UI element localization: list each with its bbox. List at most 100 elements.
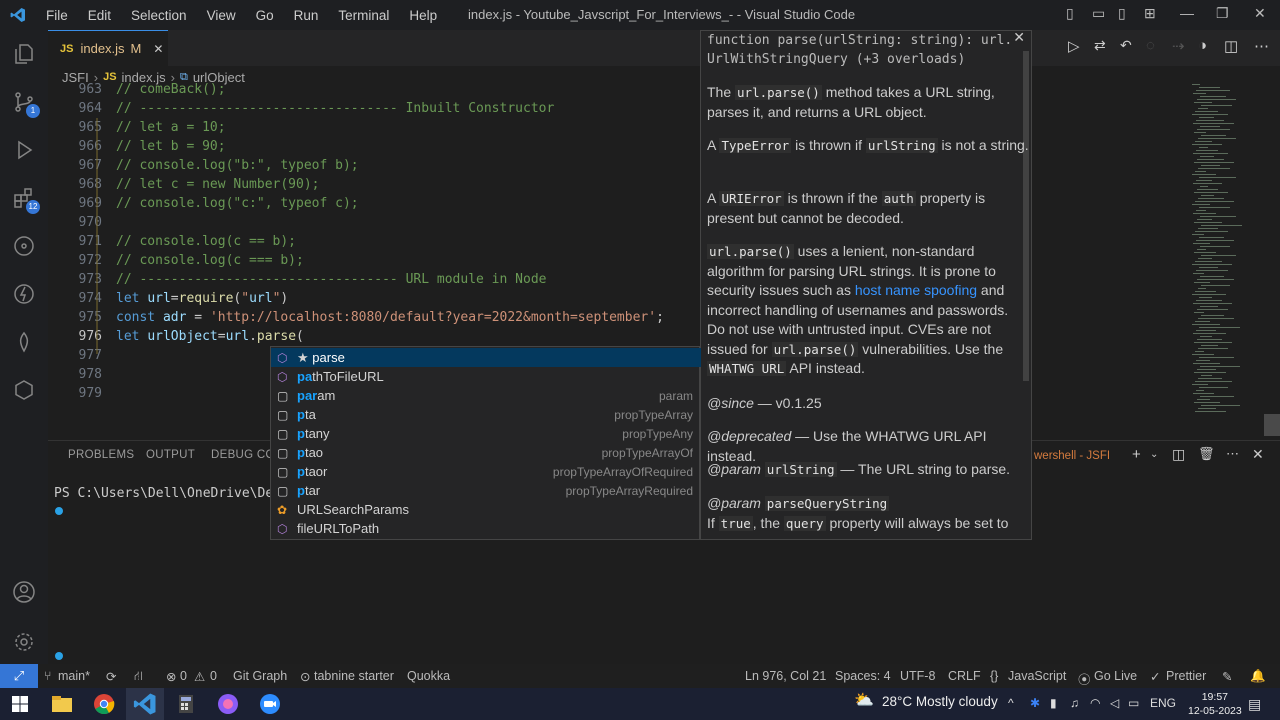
chat-app-icon[interactable] (216, 692, 240, 716)
volume-icon[interactable]: ◁ (1110, 696, 1119, 710)
menu-run[interactable]: Run (294, 8, 319, 23)
toggle-panel-icon[interactable]: ▭ (1092, 5, 1105, 22)
suggestion-item[interactable]: ▢ param param (271, 386, 701, 405)
code-line[interactable]: 968// let c = new Number(90); (48, 175, 688, 194)
warning-icon[interactable]: ⚠ (194, 669, 205, 684)
code-line[interactable]: 970 (48, 213, 688, 232)
suggestion-item[interactable]: ⬡ ★ parse (271, 348, 701, 367)
toggle-icon[interactable]: ◑ (1198, 37, 1207, 57)
quokka-icon[interactable] (12, 282, 36, 306)
menu-view[interactable]: View (207, 8, 236, 23)
zoom-icon[interactable] (258, 692, 282, 716)
more-icon[interactable]: ⋯ (1226, 446, 1239, 462)
suggestion-item[interactable]: ▢ ptaor propTypeArrayOfRequired (271, 462, 701, 481)
terminal-name[interactable]: wershell - JSFI (1034, 450, 1110, 462)
sync-icon[interactable]: ⟳ (106, 669, 116, 684)
bluetooth-icon[interactable]: ✱ (1030, 696, 1040, 710)
calculator-icon[interactable] (174, 692, 198, 716)
battery-level-icon[interactable]: ▭ (1128, 696, 1139, 710)
status-git-graph[interactable]: Git Graph (233, 669, 287, 683)
compare-changes-icon[interactable]: ⇄ (1094, 37, 1106, 57)
code-line[interactable]: 972// console.log(c === b); (48, 251, 688, 270)
code-line[interactable]: 971// console.log(c == b); (48, 232, 688, 251)
status-position[interactable]: Ln 976, Col 21 (745, 669, 826, 683)
code-line[interactable]: 975 const adr = 'http://localhost:8080/de… (48, 308, 688, 327)
mongodb-icon[interactable] (12, 330, 36, 354)
close-window-button[interactable]: ✕ (1254, 5, 1266, 22)
menu-file[interactable]: File (46, 8, 68, 23)
toggle-sidebar-icon[interactable]: ▯ (1066, 5, 1074, 22)
split-editor-icon[interactable]: ◫ (1224, 37, 1238, 57)
status-errors[interactable]: 0 (180, 669, 187, 683)
more-actions-icon[interactable]: ⋯ (1254, 37, 1269, 57)
status-tabnine[interactable]: tabnine starter (314, 669, 394, 683)
language-indicator[interactable]: ENG (1150, 696, 1176, 710)
close-panel-icon[interactable]: ✕ (1252, 446, 1264, 463)
new-terminal-icon[interactable]: + (1132, 446, 1141, 463)
menu-selection[interactable]: Selection (131, 8, 187, 23)
file-explorer-icon[interactable] (50, 692, 74, 716)
status-encoding[interactable]: UTF-8 (900, 669, 935, 683)
notification-center-icon[interactable]: ▤ (1248, 696, 1261, 713)
tab-close-icon[interactable]: ✕ (153, 42, 163, 56)
code-line[interactable]: 966// let b = 90; (48, 137, 688, 156)
code-line[interactable]: 969// console.log("c:", typeof c); (48, 194, 688, 213)
code-line[interactable]: 967// console.log("b:", typeof b); (48, 156, 688, 175)
go-back-icon[interactable]: ↶ (1120, 37, 1132, 57)
toggle-secondary-sidebar-icon[interactable]: ▯ (1118, 5, 1126, 22)
weather-text[interactable]: 28°C Mostly cloudy (882, 694, 998, 709)
status-branch[interactable]: main* (58, 669, 90, 683)
chrome-icon[interactable] (92, 692, 116, 716)
system-clock[interactable]: 19:57 12-05-2023 (1188, 690, 1242, 718)
suggestion-list[interactable]: ⬡ ★ parse ⬡ pathToFileURL ▢ param param ▢ pta pro… (270, 346, 701, 540)
suggestion-item[interactable]: ▢ ptar propTypeArrayRequired (271, 481, 701, 500)
tab-index-js[interactable]: JS index.js M ✕ (48, 30, 168, 66)
suggestion-item[interactable]: ⬡ pathToFileURL (271, 367, 701, 386)
battery-icon[interactable]: ▮ (1050, 696, 1057, 710)
accounts-icon[interactable] (12, 580, 36, 604)
code-line[interactable]: 974 let url=require("url") (48, 289, 688, 308)
suggestion-item[interactable]: ✿ URLSearchParams (271, 500, 701, 519)
microphone-icon[interactable]: ♫ (1070, 696, 1079, 710)
close-hover-icon[interactable]: ✕ (1013, 31, 1025, 46)
code-line[interactable]: 976 let urlObject=url.parse( (48, 327, 688, 346)
error-icon[interactable]: ⊗ (166, 669, 176, 684)
publish-icon[interactable]: ⛙ (134, 669, 143, 685)
minimap[interactable] (1188, 84, 1266, 434)
git-graph-icon[interactable] (12, 234, 36, 258)
status-prettier[interactable]: Prettier (1166, 669, 1206, 683)
show-hidden-icons-icon[interactable]: ^ (1008, 696, 1014, 710)
suggestion-item[interactable]: ▢ pta propTypeArray (271, 405, 701, 424)
kill-terminal-icon[interactable]: 🗑 (1198, 446, 1215, 462)
status-spaces[interactable]: Spaces: 4 (835, 669, 891, 683)
terminal-prompt[interactable]: PS C:\Users\Dell\OneDrive\De (54, 486, 273, 501)
explorer-icon[interactable] (12, 42, 36, 66)
notifications-icon[interactable]: 🔔 (1250, 669, 1266, 684)
feedback-icon[interactable]: ✎ (1222, 669, 1232, 684)
manage-gear-icon[interactable] (12, 630, 36, 654)
suggestion-item[interactable]: ⬡ fileURLToPath (271, 519, 701, 538)
host-name-spoofing-link[interactable]: host name spoofing (855, 282, 977, 298)
code-line[interactable]: 965// let a = 10; (48, 118, 688, 137)
maximize-button[interactable]: ❐ (1216, 5, 1229, 22)
customize-layout-icon[interactable]: ⊞ (1144, 5, 1156, 22)
tab-output[interactable]: OUTPUT (146, 449, 195, 461)
run-debug-icon[interactable] (12, 138, 36, 162)
windows-start-icon[interactable] (8, 692, 32, 716)
code-line[interactable]: 964 // --------------------------------- … (48, 99, 688, 118)
menu-terminal[interactable]: Terminal (338, 8, 389, 23)
menu-edit[interactable]: Edit (88, 8, 111, 23)
minimize-button[interactable]: — (1180, 5, 1194, 21)
remote-explorer-icon[interactable] (12, 378, 36, 402)
status-eol[interactable]: CRLF (948, 669, 981, 683)
menu-go[interactable]: Go (256, 8, 274, 23)
remote-indicator-icon[interactable]: ⤢ (0, 664, 38, 688)
status-quokka[interactable]: Quokka (407, 669, 450, 683)
chevron-down-icon[interactable]: ⌄ (1150, 449, 1158, 460)
suggestion-item[interactable]: ▢ ptao propTypeArrayOf (271, 443, 701, 462)
run-file-icon[interactable]: ▷ (1068, 37, 1080, 57)
scrollbar-thumb[interactable] (1264, 414, 1280, 436)
status-golive[interactable]: Go Live (1094, 669, 1137, 683)
code-line[interactable]: 963 // comeBack(); (48, 80, 688, 99)
split-terminal-icon[interactable]: ◫ (1172, 446, 1185, 463)
